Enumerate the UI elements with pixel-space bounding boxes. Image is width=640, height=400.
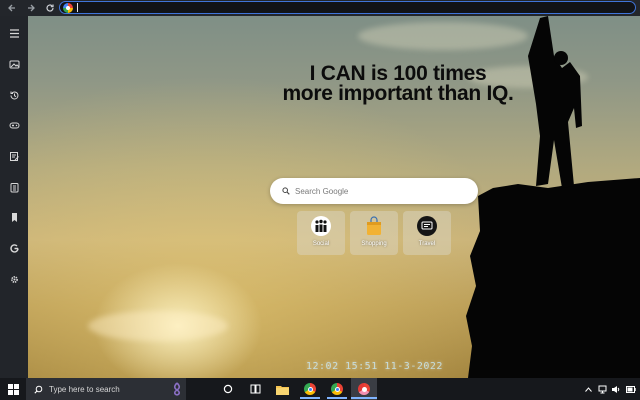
reload-icon	[46, 4, 54, 12]
active-app-indicator	[351, 397, 377, 399]
google-logo-icon	[63, 2, 73, 13]
active-app-indicator	[300, 397, 320, 399]
tray-battery[interactable]	[626, 384, 636, 394]
quote-line-2: more important than IQ.	[282, 82, 514, 105]
wallpaper-cloud	[88, 311, 228, 341]
image-gallery-icon	[9, 60, 19, 68]
battery-icon	[626, 385, 636, 393]
taskbar-search-placeholder: Type here to search	[49, 384, 120, 394]
shortcut-label: Social	[312, 241, 330, 247]
sidebar-menu-button[interactable]	[6, 25, 22, 41]
quote-text: I CAN is 100 times more important than I…	[228, 62, 568, 105]
windows-logo-icon	[7, 383, 19, 395]
travel-icon	[417, 216, 437, 236]
taskbar-file-explorer[interactable]	[275, 382, 289, 396]
back-button[interactable]	[5, 1, 19, 15]
chrome-icon	[358, 383, 370, 395]
taskbar-chrome-3[interactable]	[357, 382, 371, 396]
search-icon	[282, 187, 290, 195]
sidebar-item-settings[interactable]	[6, 271, 22, 287]
back-arrow-icon	[8, 4, 15, 12]
sidebar-item-games[interactable]	[6, 117, 22, 133]
start-button[interactable]	[0, 378, 26, 400]
task-view-icon-button[interactable]	[248, 382, 262, 396]
chrome-icon	[331, 383, 343, 395]
task-view-button[interactable]	[221, 382, 235, 396]
google-search-box[interactable]: Search Google	[270, 178, 478, 204]
edit-note-icon	[9, 151, 19, 161]
windows-taskbar: Type here to search	[0, 378, 640, 400]
gear-icon	[10, 275, 18, 283]
tray-network[interactable]	[598, 384, 607, 394]
tray-show-hidden[interactable]	[584, 384, 592, 394]
history-icon	[10, 90, 18, 99]
digital-clock: 12:02 15:51 11-3-2022	[306, 361, 443, 372]
network-icon	[598, 385, 607, 393]
chevron-up-icon	[584, 386, 592, 392]
shortcut-travel[interactable]: Travel	[403, 211, 451, 255]
search-placeholder: Search Google	[295, 186, 349, 196]
hamburger-menu-icon	[9, 28, 19, 38]
ribbon-icon	[173, 382, 181, 396]
tray-volume[interactable]	[611, 384, 621, 394]
shortcut-shopping[interactable]: Shopping	[350, 211, 398, 255]
task-view-icon	[250, 384, 260, 394]
sidebar-item-clipboard[interactable]	[6, 179, 22, 195]
chrome-icon	[304, 383, 316, 395]
sidebar-item-bookmarks[interactable]	[6, 209, 22, 225]
shortcut-label: Travel	[418, 241, 436, 247]
reload-button[interactable]	[43, 1, 57, 15]
folder-icon	[275, 385, 289, 395]
gamepad-icon	[9, 122, 19, 128]
sidebar-item-google[interactable]	[6, 240, 22, 256]
quote-line-1: I CAN is 100 times	[309, 62, 487, 85]
bookmark-icon	[11, 212, 17, 222]
active-app-indicator	[327, 397, 347, 399]
sidebar-item-wallpapers[interactable]	[6, 56, 22, 72]
text-caret	[77, 3, 78, 12]
forward-arrow-icon	[28, 4, 35, 12]
browser-toolbar	[0, 0, 640, 16]
shopping-bag-icon	[364, 216, 384, 236]
taskbar-chrome-1[interactable]	[303, 382, 317, 396]
sidebar-item-notes[interactable]	[6, 148, 22, 164]
address-bar[interactable]	[59, 1, 636, 14]
google-g-icon	[9, 243, 19, 253]
taskbar-chrome-2[interactable]	[330, 382, 344, 396]
sidebar	[0, 16, 28, 378]
search-icon	[34, 385, 43, 394]
clipboard-icon	[10, 182, 18, 192]
taskbar-search-box[interactable]: Type here to search	[26, 378, 186, 400]
cortana-circle-icon	[223, 384, 233, 394]
shortcut-social[interactable]: Social	[297, 211, 345, 255]
new-tab-page: I CAN is 100 times more important than I…	[28, 16, 640, 378]
social-people-icon	[311, 216, 331, 236]
shortcut-label: Shopping	[361, 241, 387, 247]
sidebar-item-history[interactable]	[6, 87, 22, 103]
speaker-icon	[612, 385, 620, 393]
forward-button[interactable]	[24, 1, 38, 15]
